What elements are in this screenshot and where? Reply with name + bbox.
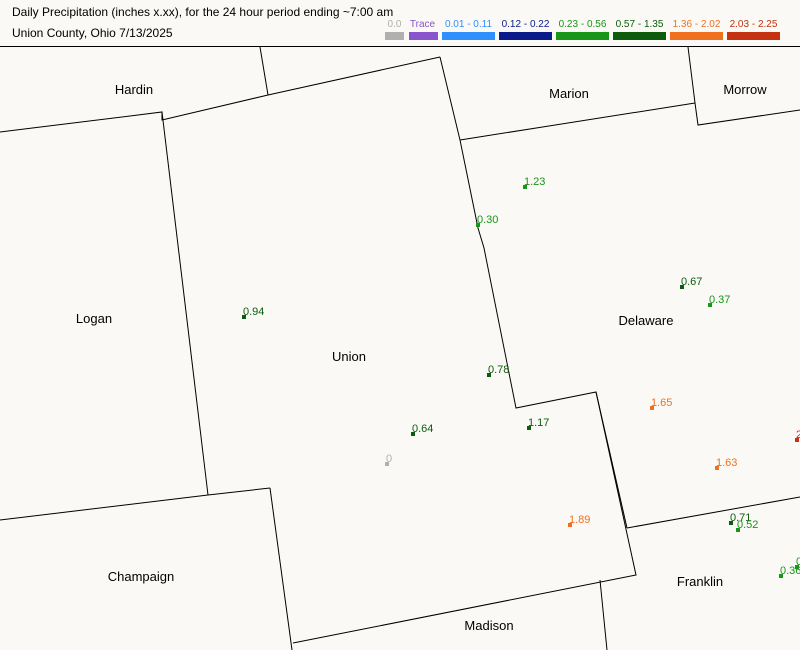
station-value-label: 1.65 xyxy=(651,397,672,409)
county-label-champaign: Champaign xyxy=(108,569,175,584)
map-title: Daily Precipitation (inches x.xx), for t… xyxy=(12,5,394,19)
county-label-franklin: Franklin xyxy=(677,574,723,589)
map-header: Daily Precipitation (inches x.xx), for t… xyxy=(0,0,800,47)
county-boundaries xyxy=(0,46,800,650)
legend-label-4: 0.23 - 0.56 xyxy=(558,19,607,30)
boundary-logan-champaign xyxy=(0,487,271,521)
county-label-logan: Logan xyxy=(76,311,112,326)
station-value-label: 1.23 xyxy=(524,176,545,188)
boundary-champaign-union xyxy=(269,487,293,650)
station-value-label: 0.30 xyxy=(477,214,498,226)
boundary-union-delaware xyxy=(459,139,628,529)
map-subtitle: Union County, Ohio 7/13/2025 xyxy=(12,26,173,40)
legend-label-7: 2.03 - 2.25 xyxy=(729,19,778,30)
boundary-madison-franklin xyxy=(599,579,608,650)
county-label-delaware: Delaware xyxy=(619,313,674,328)
boundary-delaware-franklin xyxy=(626,496,800,529)
county-label-madison: Madison xyxy=(464,618,513,633)
station-value-label: 2 xyxy=(796,429,800,441)
station-markers: 1.23 0.30 0.67 0.37 0.94 0.78 1.65 1.17 0.64 0 1.6… xyxy=(242,176,800,578)
county-label-marion: Marion xyxy=(549,86,589,101)
station-value-label: 0 xyxy=(386,453,392,465)
boundary-north-union xyxy=(0,56,441,133)
legend-label-3: 0.12 - 0.22 xyxy=(501,19,550,30)
station-value-label: 1.17 xyxy=(528,417,549,429)
boundary-marion-morrow xyxy=(687,46,696,104)
boundary-marion-south xyxy=(459,102,696,141)
station-value-label: 0.37 xyxy=(709,294,730,306)
boundary-hardin-marion xyxy=(259,46,269,96)
station-value-label: 1.89 xyxy=(569,514,590,526)
station-value-label: 0 xyxy=(796,556,800,568)
county-label-union: Union xyxy=(332,349,366,364)
legend-swatch-7 xyxy=(727,32,780,40)
boundary-morrow-south xyxy=(694,102,800,126)
station-value-label: 1.63 xyxy=(716,457,737,469)
county-labels: Hardin Marion Morrow Logan Union Delawar… xyxy=(76,82,767,633)
legend-swatch-4 xyxy=(556,32,609,40)
station-value-label: 0.67 xyxy=(681,276,702,288)
station-value-label: 0.52 xyxy=(737,519,758,531)
precipitation-map: Hardin Marion Morrow Logan Union Delawar… xyxy=(0,46,800,650)
boundary-logan-union xyxy=(161,111,209,496)
legend-label-6: 1.36 - 2.02 xyxy=(672,19,721,30)
county-label-morrow: Morrow xyxy=(723,82,767,97)
boundary-marion-west xyxy=(439,56,461,141)
station-value-label: 0.64 xyxy=(412,423,433,435)
legend-swatch-6 xyxy=(670,32,723,40)
legend-swatch-2 xyxy=(442,32,495,40)
legend-swatch-5 xyxy=(613,32,666,40)
legend-swatch-1 xyxy=(409,32,438,40)
station-value-label: 0.94 xyxy=(243,306,264,318)
legend-swatch-3 xyxy=(499,32,552,40)
legend-swatch-0 xyxy=(385,32,404,40)
station-value-label: 0.78 xyxy=(488,364,509,376)
county-label-hardin: Hardin xyxy=(115,82,153,97)
legend-label-2: 0.01 - 0.11 xyxy=(444,19,493,30)
legend-label-5: 0.57 - 1.35 xyxy=(615,19,664,30)
